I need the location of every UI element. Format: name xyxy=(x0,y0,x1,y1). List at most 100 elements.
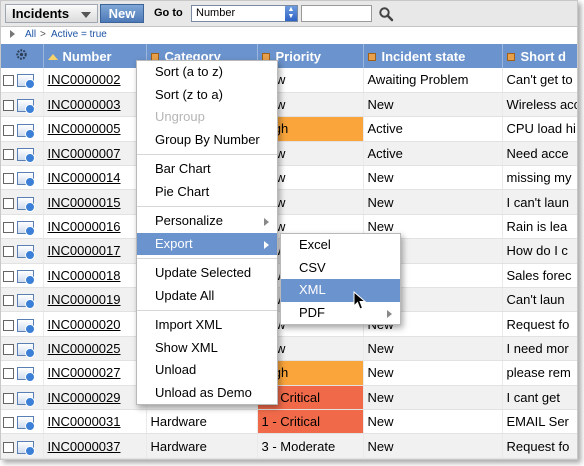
table-row[interactable]: INC0000031 Hardware 1 - Critical New EMAIL S… xyxy=(1,409,577,435)
number-cell[interactable]: INC0000025 xyxy=(43,336,147,362)
search-input[interactable] xyxy=(301,5,372,22)
incident-number-link[interactable]: INC0000019 xyxy=(48,292,121,307)
record-preview-icon[interactable] xyxy=(17,172,35,188)
incident-number-link[interactable]: INC0000027 xyxy=(48,365,121,380)
record-preview-icon[interactable] xyxy=(17,196,35,212)
incident-number-link[interactable]: INC0000020 xyxy=(48,317,121,332)
row-checkbox[interactable] xyxy=(3,417,14,429)
menu-item-sort-desc[interactable]: Sort (z to a) xyxy=(137,84,277,107)
number-cell[interactable]: INC0000002 xyxy=(43,68,147,93)
number-cell[interactable]: INC0000015 xyxy=(43,189,147,215)
row-checkbox[interactable] xyxy=(3,75,14,87)
number-cell[interactable]: INC0000007 xyxy=(43,141,147,167)
table-row[interactable]: INC0000027HighNewplease rem xyxy=(1,360,577,386)
row-checkbox[interactable] xyxy=(3,124,14,136)
record-preview-icon[interactable] xyxy=(17,343,35,359)
menu-item-csv[interactable]: CSV xyxy=(281,257,400,280)
incident-number-link[interactable]: INC0000016 xyxy=(48,219,121,234)
menu-item-xml[interactable]: XML xyxy=(281,279,400,302)
column-settings-header[interactable] xyxy=(1,44,44,68)
number-cell[interactable]: INC0000037 xyxy=(43,433,147,459)
incident-number-link[interactable]: INC0000003 xyxy=(48,97,121,112)
incident-number-link[interactable]: INC0000014 xyxy=(48,170,121,185)
menu-item-sort-asc[interactable]: Sort (a to z) xyxy=(137,61,277,84)
row-checkbox[interactable] xyxy=(3,222,14,234)
incident-number-link[interactable]: INC0000037 xyxy=(48,439,121,454)
list-title-menu[interactable]: Incidents xyxy=(5,4,98,23)
record-preview-icon[interactable] xyxy=(17,318,35,334)
menu-item-bar-chart[interactable]: Bar Chart xyxy=(137,158,277,181)
record-preview-icon[interactable] xyxy=(17,269,35,285)
number-cell[interactable]: INC0000020 xyxy=(43,311,147,337)
record-preview-icon[interactable] xyxy=(17,391,35,407)
record-preview-icon[interactable] xyxy=(17,99,35,115)
record-preview-icon[interactable] xyxy=(17,74,35,90)
number-cell[interactable]: INC0000018 xyxy=(43,263,147,289)
menu-item-group-by[interactable]: Group By Number xyxy=(137,129,277,152)
new-button[interactable]: New xyxy=(100,4,144,23)
search-icon[interactable] xyxy=(378,6,394,22)
row-checkbox[interactable] xyxy=(3,441,14,453)
menu-item-import-xml[interactable]: Import XML xyxy=(137,314,277,337)
number-cell[interactable]: INC0000029 xyxy=(43,385,147,410)
menu-item-update-selected[interactable]: Update Selected xyxy=(137,262,277,285)
row-checkbox[interactable] xyxy=(3,246,14,258)
menu-item-pie-chart[interactable]: Pie Chart xyxy=(137,181,277,204)
row-checkbox[interactable] xyxy=(3,392,14,404)
menu-item-export[interactable]: Export xyxy=(137,232,277,255)
gear-icon[interactable] xyxy=(15,48,28,61)
number-cell[interactable]: INC0000027 xyxy=(43,360,147,386)
table-row[interactable]: INC0000003LowNewWireless acc xyxy=(1,92,577,118)
record-preview-icon[interactable] xyxy=(17,440,35,456)
number-cell[interactable]: INC0000003 xyxy=(43,92,147,118)
record-preview-icon[interactable] xyxy=(17,294,35,310)
table-row[interactable]: INC0000005HighActiveCPU load hi xyxy=(1,116,577,142)
row-checkbox[interactable] xyxy=(3,148,14,160)
number-cell[interactable]: INC0000019 xyxy=(43,287,147,313)
number-cell[interactable]: INC0000016 xyxy=(43,214,147,240)
table-row[interactable]: INC0000007LowActiveNeed acce xyxy=(1,141,577,167)
menu-item-pdf[interactable]: PDF xyxy=(281,302,400,325)
menu-item-excel[interactable]: Excel xyxy=(281,234,400,257)
incident-number-link[interactable]: INC0000029 xyxy=(48,390,121,405)
menu-item-unload[interactable]: Unload xyxy=(137,359,277,382)
row-checkbox[interactable] xyxy=(3,344,14,356)
menu-item-personalize[interactable]: Personalize xyxy=(137,210,277,233)
table-row[interactable]: INC0000037 Hardware 3 - Moderate New Request… xyxy=(1,433,577,459)
incident-number-link[interactable]: INC0000007 xyxy=(48,146,121,161)
record-preview-icon[interactable] xyxy=(17,245,35,261)
row-checkbox[interactable] xyxy=(3,368,14,380)
row-checkbox[interactable] xyxy=(3,100,14,112)
expand-triangle-icon[interactable] xyxy=(10,30,15,38)
goto-field-select[interactable]: Number ▲ ▼ xyxy=(191,5,298,22)
column-header-incident-state[interactable]: Incident state xyxy=(363,44,503,68)
record-preview-icon[interactable] xyxy=(17,221,35,237)
record-preview-icon[interactable] xyxy=(17,367,35,383)
number-cell[interactable]: INC0000005 xyxy=(43,116,147,142)
menu-item-update-all[interactable]: Update All xyxy=(137,285,277,308)
incident-number-link[interactable]: INC0000017 xyxy=(48,243,121,258)
incident-number-link[interactable]: INC0000018 xyxy=(48,268,121,283)
incident-number-link[interactable]: INC0000005 xyxy=(48,121,121,136)
row-checkbox[interactable] xyxy=(3,295,14,307)
incident-number-link[interactable]: INC0000002 xyxy=(48,72,121,87)
row-checkbox[interactable] xyxy=(3,270,14,282)
table-row[interactable]: INC0000025LowNewI need mor xyxy=(1,336,577,362)
row-checkbox[interactable] xyxy=(3,319,14,331)
column-header-short-description[interactable]: Short d xyxy=(502,44,577,68)
number-cell[interactable]: INC0000014 xyxy=(43,165,147,191)
row-checkbox[interactable] xyxy=(3,197,14,209)
table-row[interactable]: INC0000002LowAwaiting ProblemCan't get t… xyxy=(1,68,577,93)
incident-number-link[interactable]: INC0000015 xyxy=(48,195,121,210)
table-row[interactable]: INC0000029 1 - Critical New I cant get xyxy=(1,385,577,410)
column-header-number[interactable]: Number xyxy=(43,44,147,68)
number-cell[interactable]: INC0000017 xyxy=(43,238,147,264)
record-preview-icon[interactable] xyxy=(17,416,35,432)
table-row[interactable]: INC0000014LowNewmissing my xyxy=(1,165,577,191)
number-cell[interactable]: INC0000031 xyxy=(43,409,147,435)
menu-item-show-xml[interactable]: Show XML xyxy=(137,337,277,360)
table-row[interactable]: INC0000015LowNewI can't laun xyxy=(1,189,577,215)
record-preview-icon[interactable] xyxy=(17,123,35,139)
breadcrumb-filter[interactable]: Active = true xyxy=(51,28,107,42)
incident-number-link[interactable]: INC0000031 xyxy=(48,414,121,429)
